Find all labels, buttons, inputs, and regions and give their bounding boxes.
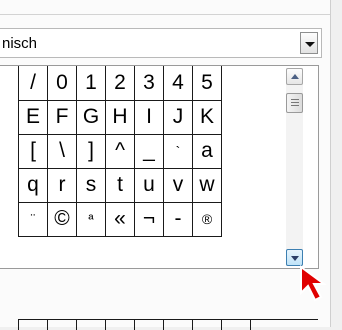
char-cell[interactable]: s bbox=[76, 167, 106, 203]
grid-row: q r s t u v w bbox=[18, 167, 222, 203]
char-cell[interactable]: \ bbox=[47, 133, 77, 169]
grid-row: E F G H I J K bbox=[18, 99, 222, 135]
char-cell[interactable]: a bbox=[192, 133, 222, 169]
char-cell[interactable]: 5 bbox=[192, 66, 222, 101]
char-cell[interactable]: u bbox=[134, 167, 164, 203]
char-cell[interactable]: t bbox=[105, 167, 135, 203]
grip-line bbox=[291, 105, 299, 106]
character-grid: / 0 1 2 3 4 5 E F G H I J K [ \ ] ^ _ ` … bbox=[0, 65, 319, 269]
char-cell[interactable]: © bbox=[47, 201, 77, 237]
vertical-scrollbar[interactable] bbox=[286, 68, 303, 266]
grid-row: [ \ ] ^ _ ` a bbox=[18, 133, 222, 169]
char-cell[interactable]: J bbox=[163, 99, 193, 135]
arrow-up-icon[interactable] bbox=[286, 68, 303, 85]
font-select-value: nisch bbox=[2, 35, 38, 52]
divider bbox=[0, 14, 330, 15]
char-cell[interactable]: / bbox=[18, 66, 48, 101]
mouse-pointer-icon bbox=[300, 265, 328, 302]
char-cell[interactable]: w bbox=[192, 167, 222, 203]
char-cell[interactable]: ` bbox=[163, 133, 193, 169]
char-cell[interactable]: 0 bbox=[47, 66, 77, 101]
scrollbar-thumb[interactable] bbox=[286, 93, 303, 113]
font-select[interactable]: nisch bbox=[0, 28, 322, 58]
grip-line bbox=[291, 102, 299, 103]
char-cell[interactable]: 4 bbox=[163, 66, 193, 101]
char-cell[interactable]: G bbox=[76, 99, 106, 135]
char-cell[interactable]: q bbox=[18, 167, 48, 203]
char-cell[interactable]: ¨ bbox=[18, 201, 48, 237]
grip-line bbox=[291, 99, 299, 100]
partial-grid-row bbox=[18, 319, 318, 330]
char-cell[interactable]: [ bbox=[18, 133, 48, 169]
char-cell[interactable]: K bbox=[192, 99, 222, 135]
char-cell[interactable]: ] bbox=[76, 133, 106, 169]
char-cell[interactable]: 2 bbox=[105, 66, 135, 101]
char-cell[interactable]: r bbox=[47, 167, 77, 203]
char-cell[interactable]: ª bbox=[76, 201, 106, 237]
char-cell[interactable]: _ bbox=[134, 133, 164, 169]
arrow-down-icon[interactable] bbox=[286, 249, 303, 266]
char-cell[interactable]: - bbox=[163, 201, 193, 237]
grid-row: ¨ © ª « ¬ - ® bbox=[18, 201, 222, 237]
char-cell[interactable]: ^ bbox=[105, 133, 135, 169]
char-cell[interactable]: E bbox=[18, 99, 48, 135]
character-map-window: nisch / 0 1 2 3 4 5 E F G H I J K [\] … bbox=[0, 0, 331, 330]
chevron-down-icon[interactable] bbox=[300, 32, 318, 54]
char-cell[interactable]: F bbox=[47, 99, 77, 135]
char-cell[interactable]: v bbox=[163, 167, 193, 203]
char-cell[interactable]: ¬ bbox=[134, 201, 164, 237]
character-table: / 0 1 2 3 4 5 E F G H I J K [ \ ] ^ _ ` … bbox=[18, 66, 222, 237]
char-cell[interactable]: 3 bbox=[134, 66, 164, 101]
char-cell[interactable]: I bbox=[134, 99, 164, 135]
char-cell[interactable]: 1 bbox=[76, 66, 106, 101]
grid-row: / 0 1 2 3 4 5 bbox=[18, 66, 222, 101]
char-cell[interactable]: ® bbox=[192, 201, 222, 237]
char-cell[interactable]: H bbox=[105, 99, 135, 135]
char-cell[interactable]: « bbox=[105, 201, 135, 237]
